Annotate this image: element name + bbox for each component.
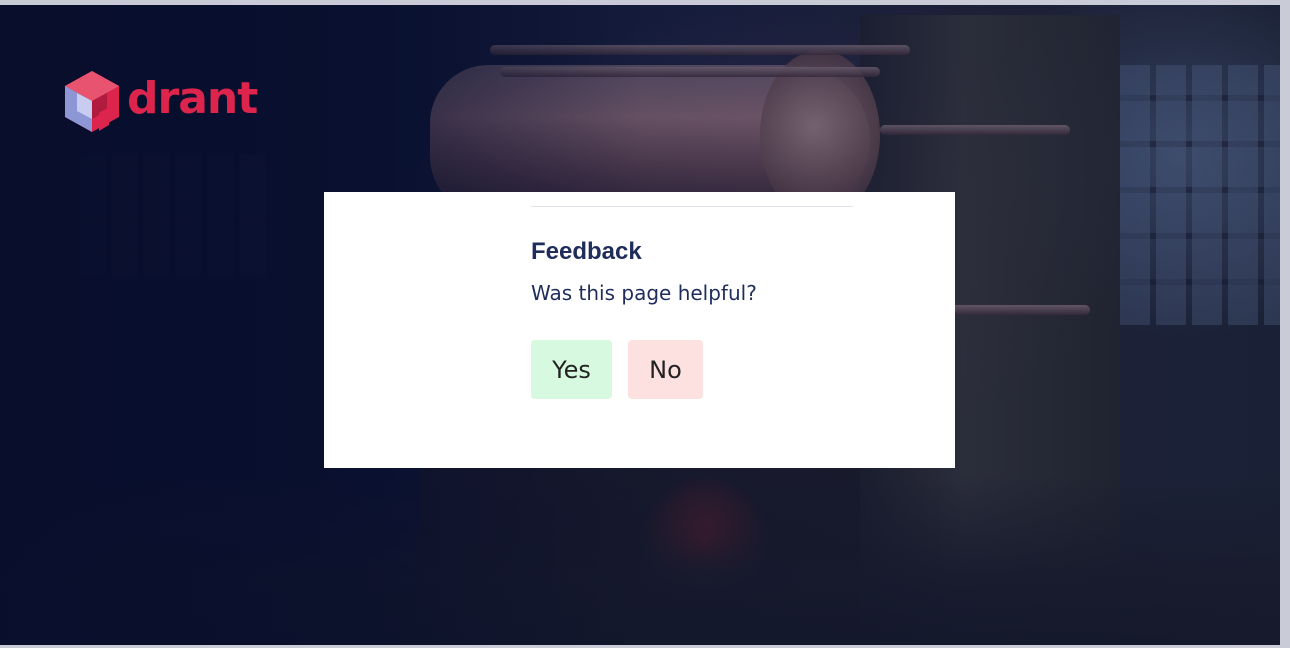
page-background: drant Feedback Was this page helpful? Ye… — [0, 5, 1280, 645]
qdrant-cube-icon — [65, 71, 119, 132]
divider — [531, 206, 853, 207]
yes-button[interactable]: Yes — [531, 340, 612, 399]
qdrant-logo[interactable]: drant — [63, 69, 258, 133]
logo-wordmark: drant — [127, 73, 258, 124]
feedback-title: Feedback — [531, 238, 642, 265]
no-button[interactable]: No — [628, 340, 703, 399]
feedback-dialog: Feedback Was this page helpful? Yes No — [324, 192, 955, 468]
feedback-question: Was this page helpful? — [531, 281, 757, 305]
